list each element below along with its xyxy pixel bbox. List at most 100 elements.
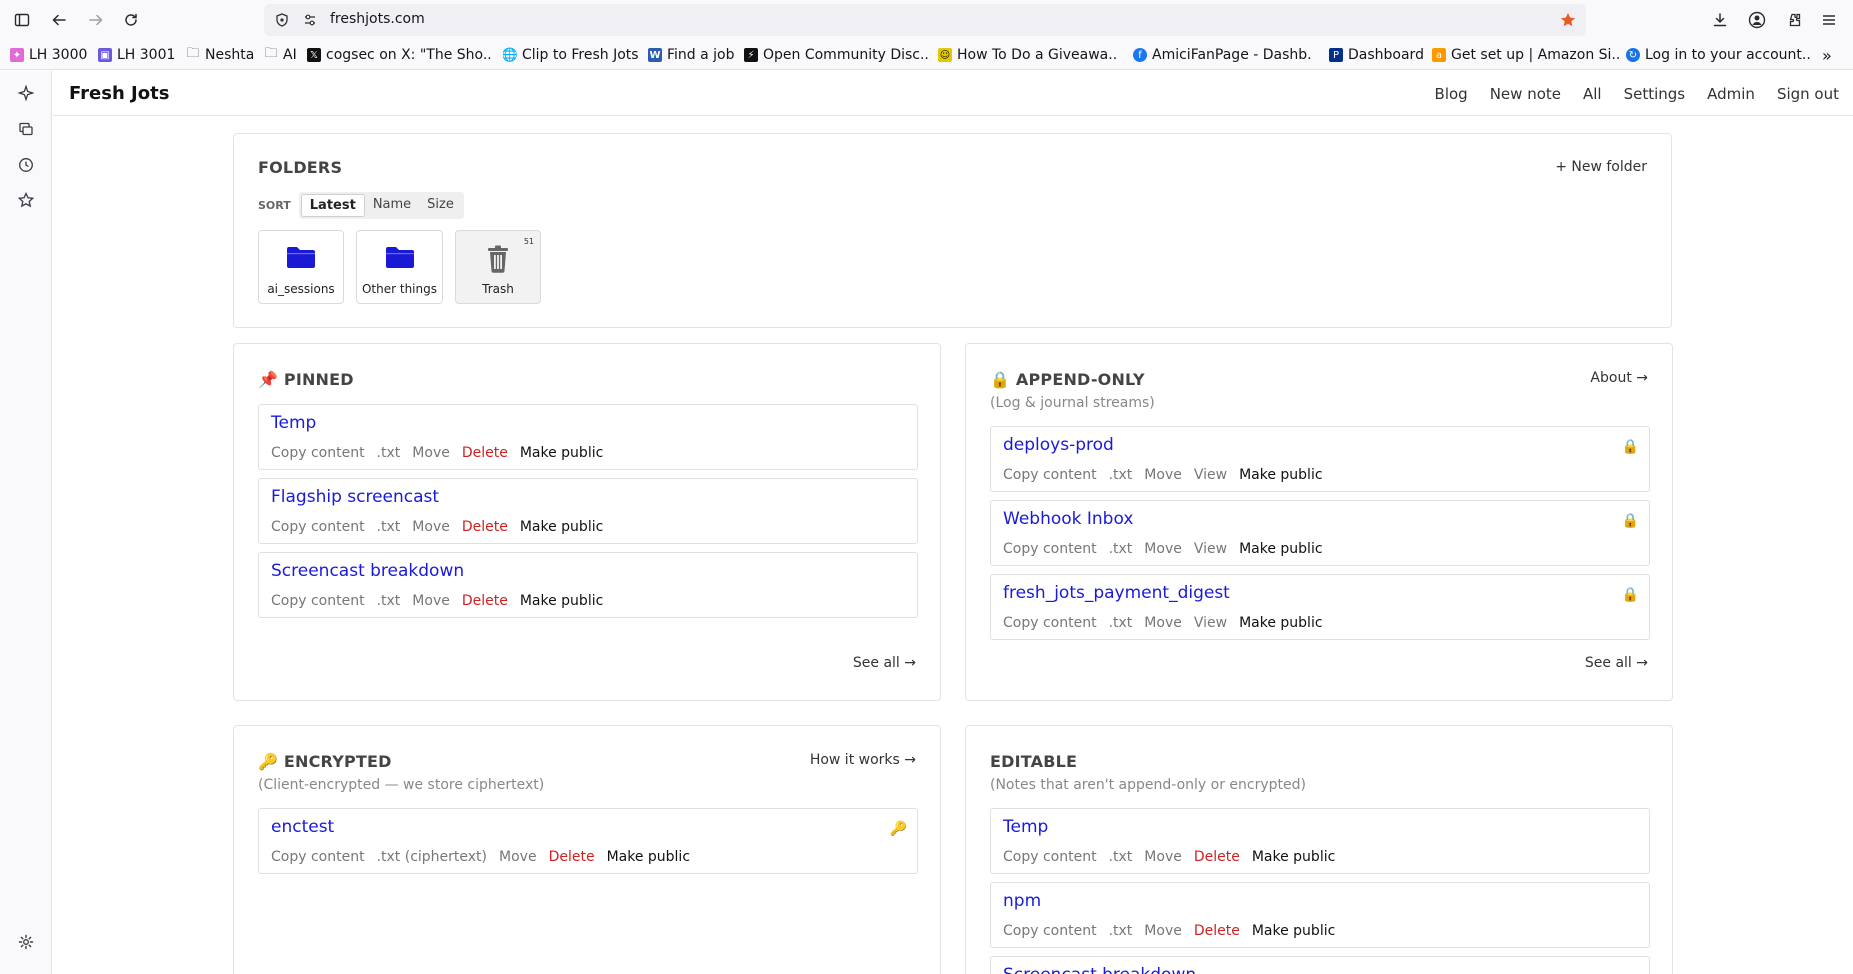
url-text[interactable]: freshjots.com	[330, 11, 425, 27]
copy-content-button[interactable]: Copy content	[1003, 615, 1097, 631]
note-item[interactable]: npm Copy content .txt Move Delete Make p…	[990, 882, 1650, 948]
download-txt-button[interactable]: .txt	[1109, 923, 1133, 939]
delete-button[interactable]: Delete	[1194, 849, 1240, 865]
reload-icon[interactable]	[119, 8, 143, 32]
settings-gear-icon[interactable]	[16, 932, 36, 952]
downloads-icon[interactable]	[1708, 8, 1732, 32]
back-icon[interactable]	[47, 8, 71, 32]
copy-content-button[interactable]: Copy content	[271, 445, 365, 461]
make-public-button[interactable]: Make public	[1239, 541, 1322, 557]
new-folder-button[interactable]: + New folder	[1555, 159, 1647, 175]
copy-content-button[interactable]: Copy content	[1003, 467, 1097, 483]
site-info-icon[interactable]	[302, 12, 318, 28]
folder-tile[interactable]: ai_sessions	[258, 230, 344, 304]
bookmark-item[interactable]: W Find a job	[648, 46, 738, 64]
forward-icon[interactable]	[84, 8, 108, 32]
view-button[interactable]: View	[1194, 467, 1227, 483]
nav-admin[interactable]: Admin	[1707, 85, 1755, 103]
download-txt-button[interactable]: .txt	[377, 593, 401, 609]
download-txt-button[interactable]: .txt	[1109, 849, 1133, 865]
note-item[interactable]: Screencast breakdown Copy content .txt M…	[258, 552, 918, 618]
sort-latest[interactable]: Latest	[300, 194, 365, 217]
bookmark-item[interactable]: 🌐 Clip to Fresh Jots	[503, 46, 643, 64]
move-button[interactable]: Move	[412, 519, 450, 535]
make-public-button[interactable]: Make public	[520, 445, 603, 461]
copy-content-button[interactable]: Copy content	[1003, 849, 1097, 865]
move-button[interactable]: Move	[412, 593, 450, 609]
bookmark-item[interactable]: ☺ How To Do a Giveawa...	[938, 46, 1118, 64]
overflow-chevron-icon[interactable]: »	[1822, 46, 1842, 64]
delete-button[interactable]: Delete	[462, 593, 508, 609]
note-item[interactable]: Webhook Inbox 🔒 Copy content .txt Move V…	[990, 500, 1650, 566]
sidebar-toggle-icon[interactable]	[10, 8, 34, 32]
make-public-button[interactable]: Make public	[520, 519, 603, 535]
copy-content-button[interactable]: Copy content	[271, 519, 365, 535]
bookmark-star-icon[interactable]	[1560, 12, 1576, 28]
note-item[interactable]: Temp Copy content .txt Move Delete Make …	[990, 808, 1650, 874]
bookmark-item[interactable]: 𝕏cogsec on X: "The Sho...	[307, 46, 492, 64]
make-public-button[interactable]: Make public	[1239, 467, 1322, 483]
note-title[interactable]: Webhook Inbox	[1003, 509, 1133, 529]
make-public-button[interactable]: Make public	[1252, 923, 1335, 939]
view-button[interactable]: View	[1194, 541, 1227, 557]
bookmarks-star-icon[interactable]	[16, 190, 36, 210]
delete-button[interactable]: Delete	[549, 849, 595, 865]
move-button[interactable]: Move	[1144, 615, 1182, 631]
note-title[interactable]: Flagship screencast	[271, 487, 439, 507]
bookmark-item[interactable]: a Get set up | Amazon Si...	[1432, 46, 1620, 64]
bookmark-item[interactable]: ▣ LH 3001	[98, 46, 178, 64]
bookmark-folder[interactable]: 🗀 Neshta	[186, 46, 256, 64]
note-item[interactable]: fresh_jots_payment_digest 🔒 Copy content…	[990, 574, 1650, 640]
bookmark-folder[interactable]: 🗀 AI	[264, 46, 304, 64]
history-clock-icon[interactable]	[16, 155, 36, 175]
note-title[interactable]: enctest	[271, 817, 334, 837]
nav-new-note[interactable]: New note	[1490, 85, 1561, 103]
download-txt-button[interactable]: .txt (ciphertext)	[377, 849, 487, 865]
nav-settings[interactable]: Settings	[1624, 85, 1686, 103]
bookmark-item[interactable]: P Dashboard	[1329, 46, 1429, 64]
move-button[interactable]: Move	[1144, 923, 1182, 939]
bookmark-item[interactable]: f AmiciFanPage - Dashb...	[1133, 46, 1313, 64]
account-icon[interactable]	[1745, 8, 1769, 32]
bookmark-item[interactable]: ✦ LH 3000	[10, 46, 90, 64]
note-item[interactable]: deploys-prod 🔒 Copy content .txt Move Vi…	[990, 426, 1650, 492]
extensions-icon[interactable]	[1782, 8, 1806, 32]
download-txt-button[interactable]: .txt	[1109, 615, 1133, 631]
note-title[interactable]: Screencast breakdown	[271, 561, 464, 581]
note-title[interactable]: Temp	[271, 413, 316, 433]
bookmark-item[interactable]: ⚡ Open Community Disc...	[744, 46, 929, 64]
note-title[interactable]: Screencast breakdown	[1003, 965, 1196, 974]
copy-content-button[interactable]: Copy content	[271, 849, 365, 865]
delete-button[interactable]: Delete	[462, 519, 508, 535]
copy-content-button[interactable]: Copy content	[271, 593, 365, 609]
download-txt-button[interactable]: .txt	[377, 519, 401, 535]
note-item[interactable]: Flagship screencast Copy content .txt Mo…	[258, 478, 918, 544]
note-item[interactable]: Temp Copy content .txt Move Delete Make …	[258, 404, 918, 470]
note-title[interactable]: deploys-prod	[1003, 435, 1114, 455]
shield-icon[interactable]	[274, 12, 290, 28]
url-bar[interactable]: freshjots.com	[264, 4, 1586, 36]
note-item[interactable]: enctest 🔑 Copy content .txt (ciphertext)…	[258, 808, 918, 874]
how-it-works-link[interactable]: How it works →	[810, 752, 916, 768]
delete-button[interactable]: Delete	[462, 445, 508, 461]
note-title[interactable]: Temp	[1003, 817, 1048, 837]
note-title[interactable]: fresh_jots_payment_digest	[1003, 583, 1230, 603]
brand-logo[interactable]: Fresh Jots	[69, 83, 169, 104]
move-button[interactable]: Move	[1144, 467, 1182, 483]
make-public-button[interactable]: Make public	[520, 593, 603, 609]
make-public-button[interactable]: Make public	[1252, 849, 1335, 865]
move-button[interactable]: Move	[499, 849, 537, 865]
download-txt-button[interactable]: .txt	[1109, 467, 1133, 483]
folder-tile[interactable]: Other things	[356, 230, 443, 304]
bookmark-item[interactable]: ↻ Log in to your account...	[1626, 46, 1811, 64]
view-button[interactable]: View	[1194, 615, 1227, 631]
download-txt-button[interactable]: .txt	[377, 445, 401, 461]
sort-size[interactable]: Size	[419, 194, 462, 217]
nav-blog[interactable]: Blog	[1435, 85, 1468, 103]
delete-button[interactable]: Delete	[1194, 923, 1240, 939]
copy-content-button[interactable]: Copy content	[1003, 541, 1097, 557]
about-link[interactable]: About →	[1590, 370, 1648, 386]
note-item[interactable]: Screencast breakdown	[990, 956, 1650, 974]
tabs-sync-icon[interactable]	[16, 119, 36, 139]
menu-icon[interactable]	[1817, 8, 1841, 32]
